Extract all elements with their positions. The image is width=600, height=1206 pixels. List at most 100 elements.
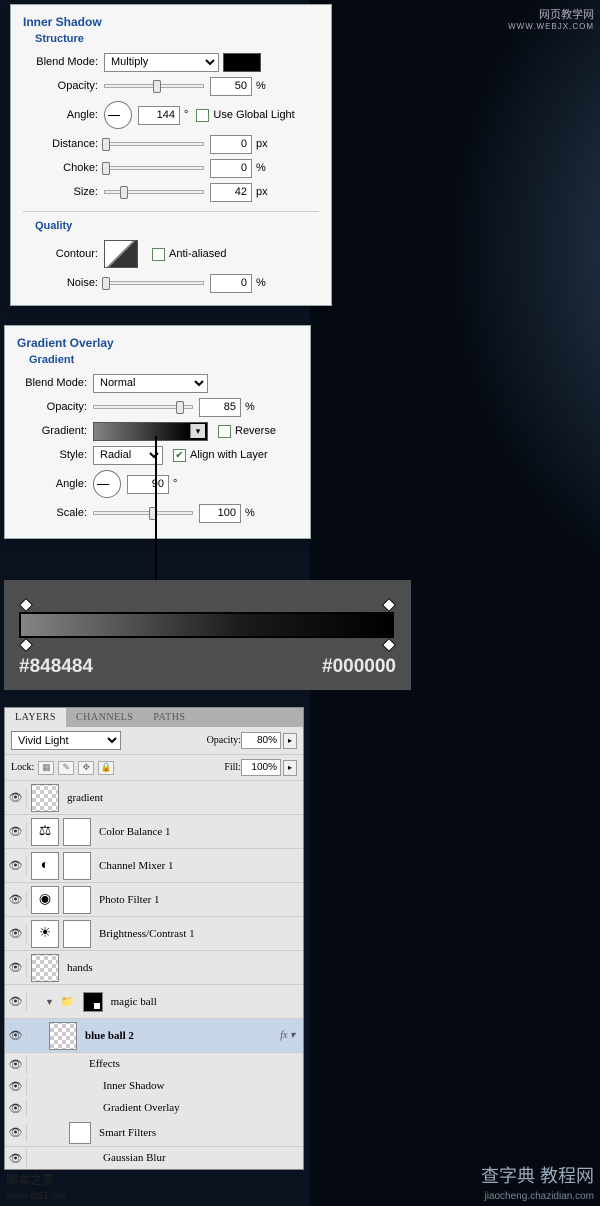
gradient-swatch[interactable] bbox=[93, 422, 208, 441]
go-opacity-input[interactable] bbox=[199, 398, 241, 417]
layer-opacity-input[interactable] bbox=[241, 732, 281, 749]
gradient-preview-bar[interactable] bbox=[19, 612, 394, 638]
distance-slider[interactable] bbox=[104, 142, 204, 146]
lock-transparent-icon[interactable]: ▦ bbox=[38, 761, 54, 775]
layer-blend-select[interactable]: Vivid Light bbox=[11, 731, 121, 750]
visibility-icon[interactable] bbox=[5, 993, 27, 1011]
distance-input[interactable] bbox=[210, 135, 252, 154]
visibility-icon[interactable] bbox=[5, 891, 27, 909]
effects-row[interactable]: Effects bbox=[5, 1053, 303, 1075]
layer-opacity-label: Opacity: bbox=[207, 735, 241, 746]
noise-label: Noise: bbox=[23, 277, 98, 289]
lock-pixels-icon[interactable]: ✎ bbox=[58, 761, 74, 775]
photo-filter-icon[interactable]: ◉ bbox=[31, 886, 59, 914]
align-checkbox[interactable] bbox=[173, 449, 186, 462]
anti-aliased-label: Anti-aliased bbox=[169, 248, 226, 260]
smart-filter-item-row[interactable]: Gaussian Blur bbox=[5, 1147, 303, 1169]
divider bbox=[23, 211, 319, 212]
visibility-icon[interactable] bbox=[5, 1027, 27, 1045]
layer-mask-thumbnail[interactable] bbox=[63, 886, 91, 914]
layer-thumbnail[interactable] bbox=[31, 954, 59, 982]
layer-row[interactable]: ⚖ Color Balance 1 bbox=[5, 815, 303, 849]
anti-aliased-checkbox[interactable] bbox=[152, 248, 165, 261]
go-blend-select[interactable]: Normal bbox=[93, 374, 208, 393]
layer-row[interactable]: gradient bbox=[5, 781, 303, 815]
tab-channels[interactable]: CHANNELS bbox=[66, 708, 143, 727]
blend-mode-select[interactable]: Multiply bbox=[104, 53, 219, 72]
folder-icon: 📁 bbox=[61, 995, 75, 1008]
reverse-checkbox[interactable] bbox=[218, 425, 231, 438]
smart-filter-mask-thumbnail[interactable] bbox=[69, 1122, 91, 1144]
opacity-stop-left[interactable] bbox=[19, 598, 33, 612]
size-input[interactable] bbox=[210, 183, 252, 202]
contour-swatch[interactable] bbox=[104, 240, 138, 268]
color-swatch[interactable] bbox=[223, 53, 261, 72]
align-label: Align with Layer bbox=[190, 449, 268, 461]
opacity-slider[interactable] bbox=[104, 84, 204, 88]
visibility-icon[interactable] bbox=[5, 1055, 27, 1073]
visibility-icon[interactable] bbox=[5, 959, 27, 977]
brightness-contrast-icon[interactable]: ☀ bbox=[31, 920, 59, 948]
color-balance-icon[interactable]: ⚖ bbox=[31, 818, 59, 846]
layer-mask-thumbnail[interactable] bbox=[63, 818, 91, 846]
global-light-checkbox[interactable] bbox=[196, 109, 209, 122]
lock-position-icon[interactable]: ✥ bbox=[78, 761, 94, 775]
effect-row[interactable]: Inner Shadow bbox=[5, 1075, 303, 1097]
visibility-icon[interactable] bbox=[5, 1149, 27, 1167]
choke-input[interactable] bbox=[210, 159, 252, 178]
inner-shadow-title: Inner Shadow bbox=[23, 15, 319, 29]
visibility-icon[interactable] bbox=[5, 1124, 27, 1142]
tab-paths[interactable]: PATHS bbox=[143, 708, 195, 727]
noise-slider[interactable] bbox=[104, 281, 204, 285]
twisty-icon[interactable]: ▼ bbox=[45, 997, 54, 1007]
effect-row[interactable]: Gradient Overlay bbox=[5, 1097, 303, 1119]
layer-row-selected[interactable]: blue ball 2 fx ▾ bbox=[5, 1019, 303, 1053]
visibility-icon[interactable] bbox=[5, 1099, 27, 1117]
go-scale-slider[interactable] bbox=[93, 511, 193, 515]
visibility-icon[interactable] bbox=[5, 823, 27, 841]
fx-badge[interactable]: fx ▾ bbox=[280, 1030, 295, 1041]
layer-thumbnail[interactable] bbox=[31, 784, 59, 812]
reverse-label: Reverse bbox=[235, 425, 276, 437]
visibility-icon[interactable] bbox=[5, 857, 27, 875]
go-angle-dial[interactable] bbox=[93, 470, 121, 498]
angle-input[interactable] bbox=[138, 106, 180, 125]
gradient-subtitle: Gradient bbox=[29, 354, 298, 366]
fill-flyout-button[interactable]: ▸ bbox=[283, 760, 297, 776]
choke-label: Choke: bbox=[23, 162, 98, 174]
layer-mask-thumbnail[interactable] bbox=[63, 920, 91, 948]
structure-subtitle: Structure bbox=[35, 33, 319, 45]
go-angle-input[interactable] bbox=[127, 475, 169, 494]
noise-input[interactable] bbox=[210, 274, 252, 293]
size-label: Size: bbox=[23, 186, 98, 198]
go-blend-label: Blend Mode: bbox=[17, 377, 87, 389]
tab-layers[interactable]: LAYERS bbox=[5, 708, 66, 727]
angle-dial[interactable] bbox=[104, 101, 132, 129]
choke-slider[interactable] bbox=[104, 166, 204, 170]
layer-mask-thumbnail[interactable] bbox=[63, 852, 91, 880]
layer-row[interactable]: hands bbox=[5, 951, 303, 985]
group-mask-thumbnail[interactable] bbox=[83, 992, 103, 1012]
go-opacity-label: Opacity: bbox=[17, 401, 87, 413]
opacity-input[interactable] bbox=[210, 77, 252, 96]
smart-filters-row[interactable]: Smart Filters bbox=[5, 1119, 303, 1147]
visibility-icon[interactable] bbox=[5, 1077, 27, 1095]
go-opacity-slider[interactable] bbox=[93, 405, 193, 409]
layer-row[interactable]: ◐ Channel Mixer 1 bbox=[5, 849, 303, 883]
fill-input[interactable] bbox=[241, 759, 281, 776]
lock-all-icon[interactable]: 🔒 bbox=[98, 761, 114, 775]
fill-label: Fill: bbox=[224, 762, 241, 773]
layer-thumbnail[interactable] bbox=[49, 1022, 77, 1050]
layer-row[interactable]: ◉ Photo Filter 1 bbox=[5, 883, 303, 917]
gradient-overlay-panel: Gradient Overlay Gradient Blend Mode: No… bbox=[4, 325, 311, 539]
visibility-icon[interactable] bbox=[5, 789, 27, 807]
visibility-icon[interactable] bbox=[5, 925, 27, 943]
channel-mixer-icon[interactable]: ◐ bbox=[31, 852, 59, 880]
opacity-stop-right[interactable] bbox=[382, 598, 396, 612]
group-row[interactable]: ▼ 📁 magic ball bbox=[5, 985, 303, 1019]
go-scale-input[interactable] bbox=[199, 504, 241, 523]
size-slider[interactable] bbox=[104, 190, 204, 194]
layer-row[interactable]: ☀ Brightness/Contrast 1 bbox=[5, 917, 303, 951]
go-style-select[interactable]: Radial bbox=[93, 446, 163, 465]
opacity-flyout-button[interactable]: ▸ bbox=[283, 733, 297, 749]
